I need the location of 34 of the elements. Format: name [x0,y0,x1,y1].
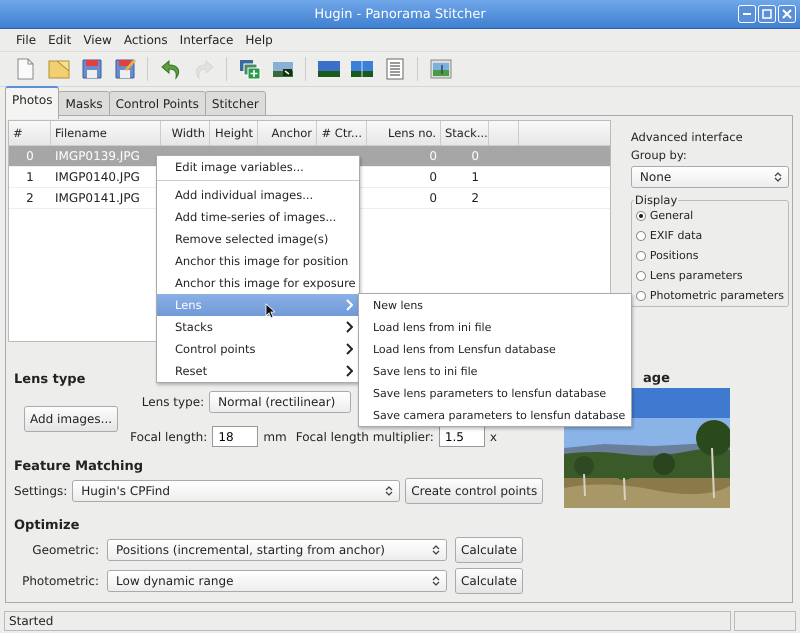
table-cell-text: IMGP0140.JPG [54,170,141,184]
table-cell-text: 1 [25,170,35,184]
field-label: Photometric: [21,574,99,588]
section-heading: Lens type [14,372,86,387]
field-label: Geometric: [31,543,99,557]
field-label: Focal length multiplier: [296,430,434,444]
unit-label: mm [263,430,287,444]
section-heading: age [642,371,671,386]
field-label: Settings: [14,484,68,498]
radio-label: General [650,209,694,222]
section-heading: Optimize [14,518,80,533]
group-by-label: Group by: [630,148,688,162]
table-cell-text: 2 [470,191,480,205]
advanced-interface-label: Advanced interface [630,130,744,144]
radio-label: Photometric parameters [650,289,784,302]
radio-label: Positions [650,249,698,262]
window-title: Hugin - Panorama Stitcher [314,6,486,22]
section-heading: Feature Matching [14,459,144,474]
table-cell-text: 0 [470,149,480,163]
table-cell-text: 0 [428,149,438,163]
field-label: Lens type: [140,395,204,409]
field-label: Focal length: [130,430,208,444]
group-title: Display [634,193,678,207]
table-cell-text: 0 [25,149,35,163]
table-cell-text: IMGP0141.JPG [54,191,141,205]
table-cell-text: IMGP0139.JPG [54,149,141,163]
table-cell-text: 0 [428,191,438,205]
unit-label: x [490,430,497,444]
table-cell-text: 2 [25,191,35,205]
status-text: Started [4,611,731,631]
table-cell-text: 0 [428,170,438,184]
radio-label: Lens parameters [650,269,743,282]
table-cell-text: 1 [470,170,480,184]
radio-label: EXIF data [650,229,702,242]
